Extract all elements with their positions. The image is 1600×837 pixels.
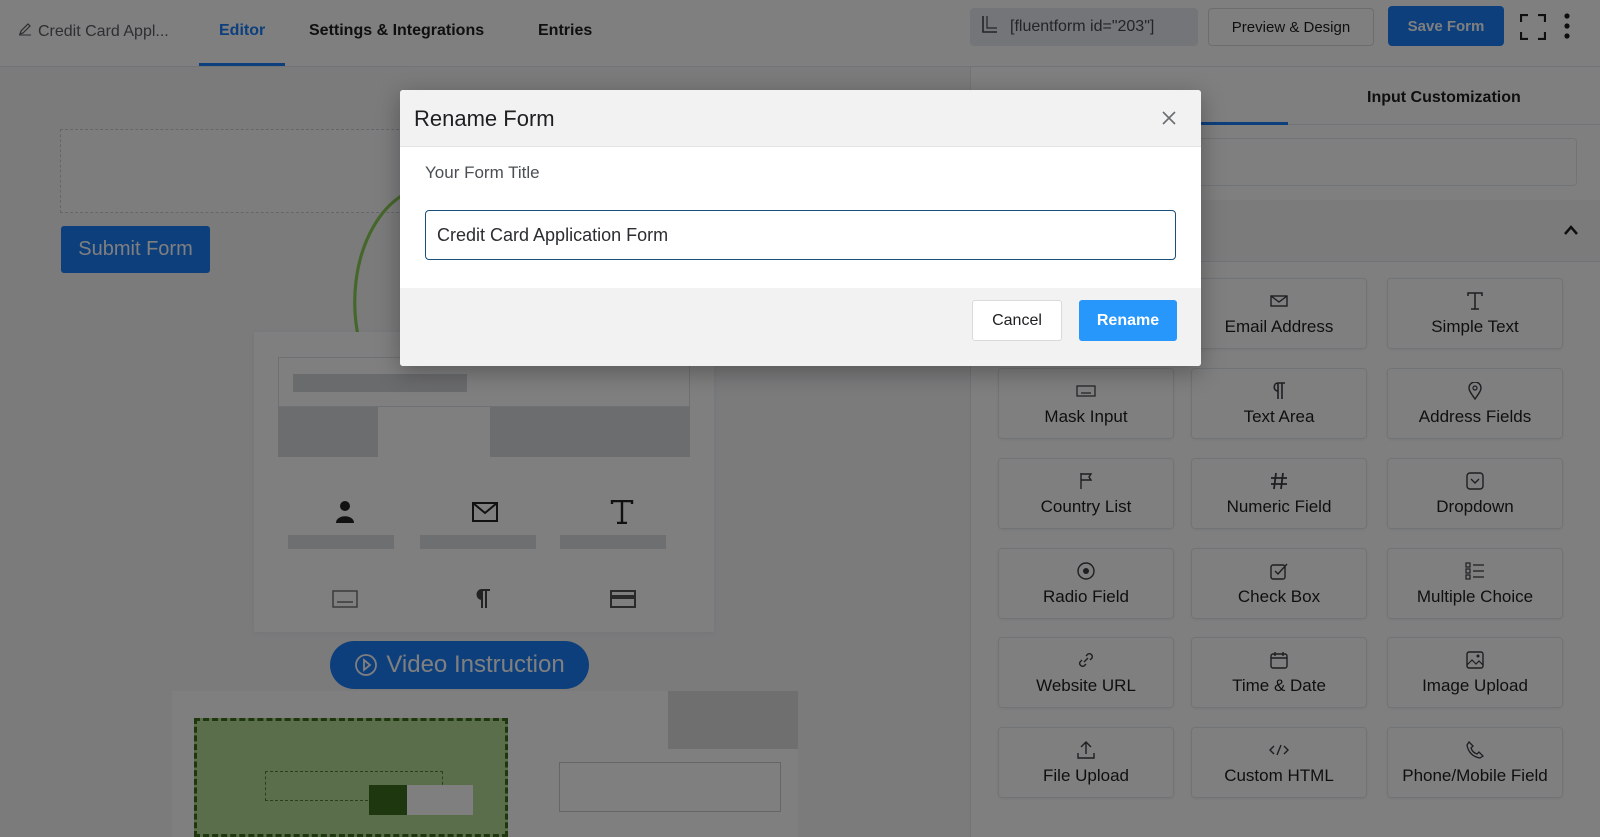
modal-header: Rename Form: [400, 90, 1201, 147]
form-title-label: Your Form Title: [425, 163, 540, 182]
modal-title: Rename Form: [414, 106, 555, 131]
cancel-button[interactable]: Cancel: [972, 300, 1062, 341]
modal-footer: Cancel Rename: [400, 288, 1201, 366]
rename-form-modal: Rename Form Your Form Title Cancel Renam…: [400, 90, 1201, 366]
form-title-input[interactable]: [425, 210, 1176, 260]
rename-button[interactable]: Rename: [1079, 300, 1177, 341]
close-icon[interactable]: [1159, 108, 1179, 128]
